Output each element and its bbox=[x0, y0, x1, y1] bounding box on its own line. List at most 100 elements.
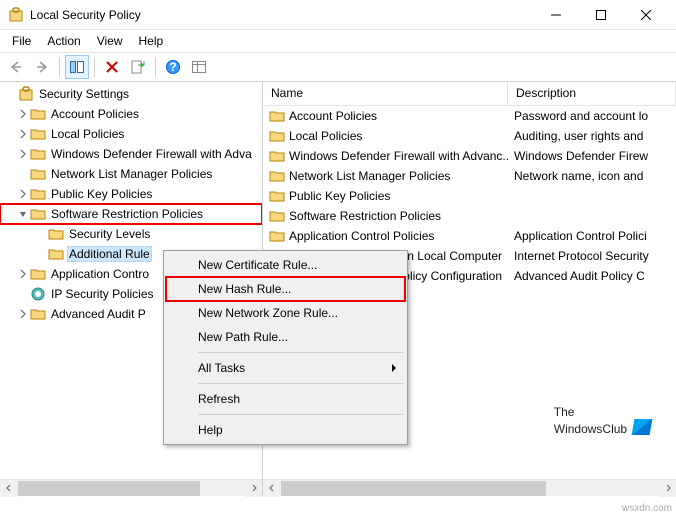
show-hide-tree-button[interactable] bbox=[65, 55, 89, 79]
list-row[interactable]: Public Key Policies bbox=[263, 186, 676, 206]
tree-item-label: Security Levels bbox=[67, 226, 152, 242]
context-menu-item[interactable]: All Tasks bbox=[166, 356, 405, 380]
export-button[interactable] bbox=[126, 55, 150, 79]
list-cell-name: Local Policies bbox=[263, 128, 508, 144]
expander-icon[interactable] bbox=[16, 167, 30, 181]
scroll-thumb[interactable] bbox=[281, 481, 546, 496]
context-menu-label: Help bbox=[198, 423, 223, 437]
tree-item-label: Windows Defender Firewall with Adva bbox=[49, 146, 254, 162]
list-cell-desc: Application Control Polici bbox=[508, 229, 676, 243]
context-menu-item[interactable]: New Certificate Rule... bbox=[166, 253, 405, 277]
tree-item[interactable]: Account Policies bbox=[0, 104, 262, 124]
list-cell-desc: Advanced Audit Policy C bbox=[508, 269, 676, 283]
expander-icon[interactable] bbox=[16, 307, 30, 321]
tree-item[interactable]: Local Policies bbox=[0, 124, 262, 144]
ipsec-icon bbox=[30, 286, 46, 302]
list-row[interactable]: Software Restriction Policies bbox=[263, 206, 676, 226]
list-hscroll[interactable] bbox=[263, 479, 676, 496]
context-menu-label: All Tasks bbox=[198, 361, 245, 375]
folder-icon bbox=[269, 148, 285, 164]
scroll-right-button[interactable] bbox=[659, 480, 676, 497]
expander-icon[interactable] bbox=[16, 207, 30, 221]
tree-root[interactable]: Security Settings bbox=[0, 84, 262, 104]
submenu-arrow-icon bbox=[391, 363, 397, 373]
tree-item-label: Software Restriction Policies bbox=[49, 206, 205, 222]
context-menu-label: New Certificate Rule... bbox=[198, 258, 317, 272]
list-cell-desc: Network name, icon and bbox=[508, 169, 676, 183]
tree-item-label: Local Policies bbox=[49, 126, 126, 142]
app-icon bbox=[8, 7, 24, 23]
context-menu-separator bbox=[198, 383, 403, 384]
context-menu-item[interactable]: Help bbox=[166, 418, 405, 442]
expander-icon[interactable] bbox=[34, 247, 48, 261]
expander-icon[interactable] bbox=[16, 287, 30, 301]
context-menu-label: New Hash Rule... bbox=[198, 282, 291, 296]
tree-item[interactable]: Security Levels bbox=[0, 224, 262, 244]
minimize-button[interactable] bbox=[533, 0, 578, 29]
folder-icon bbox=[269, 128, 285, 144]
expander-icon[interactable] bbox=[34, 227, 48, 241]
back-button[interactable] bbox=[4, 55, 28, 79]
tree-item[interactable]: Network List Manager Policies bbox=[0, 164, 262, 184]
list-cell-desc: Windows Defender Firew bbox=[508, 149, 676, 163]
scroll-thumb[interactable] bbox=[18, 481, 200, 496]
tree-item[interactable]: Software Restriction Policies bbox=[0, 204, 262, 224]
maximize-button[interactable] bbox=[578, 0, 623, 29]
watermark-site: wsxdn.com bbox=[622, 503, 672, 514]
col-header-name[interactable]: Name bbox=[263, 82, 508, 105]
svg-text:?: ? bbox=[169, 60, 176, 74]
tree-item-label: Additional Rule bbox=[67, 246, 152, 262]
expander-icon[interactable] bbox=[16, 267, 30, 281]
folder-icon bbox=[30, 266, 46, 282]
list-row[interactable]: Application Control PoliciesApplication … bbox=[263, 226, 676, 246]
expander-icon[interactable] bbox=[16, 107, 30, 121]
folder-icon bbox=[269, 168, 285, 184]
properties-button[interactable] bbox=[187, 55, 211, 79]
menu-action[interactable]: Action bbox=[39, 32, 88, 50]
list-cell-desc: Internet Protocol Security bbox=[508, 249, 676, 263]
scroll-left-button[interactable] bbox=[0, 480, 17, 497]
tree-item-label: Account Policies bbox=[49, 106, 141, 122]
tree-item[interactable]: Windows Defender Firewall with Adva bbox=[0, 144, 262, 164]
menu-help[interactable]: Help bbox=[131, 32, 172, 50]
expander-icon[interactable] bbox=[16, 127, 30, 141]
folder-icon bbox=[269, 208, 285, 224]
menu-file[interactable]: File bbox=[4, 32, 39, 50]
list-cell-name: Software Restriction Policies bbox=[263, 208, 508, 224]
context-menu-item[interactable]: New Hash Rule... bbox=[166, 277, 405, 301]
context-menu-separator bbox=[198, 414, 403, 415]
tree-root-label: Security Settings bbox=[37, 86, 131, 102]
menubar: File Action View Help bbox=[0, 30, 676, 52]
help-button[interactable]: ? bbox=[161, 55, 185, 79]
close-button[interactable] bbox=[623, 0, 668, 29]
list-row[interactable]: Windows Defender Firewall with Advanc...… bbox=[263, 146, 676, 166]
expander-icon[interactable] bbox=[4, 87, 18, 101]
scroll-left-button[interactable] bbox=[263, 480, 280, 497]
list-cell-name: Windows Defender Firewall with Advanc... bbox=[263, 148, 508, 164]
forward-button[interactable] bbox=[30, 55, 54, 79]
tree-item-label: Public Key Policies bbox=[49, 186, 154, 202]
menu-view[interactable]: View bbox=[89, 32, 131, 50]
window-title: Local Security Policy bbox=[30, 8, 533, 22]
col-header-desc[interactable]: Description bbox=[508, 82, 676, 105]
context-menu-item[interactable]: Refresh bbox=[166, 387, 405, 411]
expander-icon[interactable] bbox=[16, 147, 30, 161]
expander-icon[interactable] bbox=[16, 187, 30, 201]
security-icon bbox=[18, 86, 34, 102]
delete-button[interactable] bbox=[100, 55, 124, 79]
scroll-right-button[interactable] bbox=[245, 480, 262, 497]
tree-item[interactable]: Public Key Policies bbox=[0, 184, 262, 204]
list-row[interactable]: Local PoliciesAuditing, user rights and bbox=[263, 126, 676, 146]
folder-icon bbox=[48, 226, 64, 242]
context-menu-label: New Path Rule... bbox=[198, 330, 288, 344]
list-row[interactable]: Network List Manager PoliciesNetwork nam… bbox=[263, 166, 676, 186]
titlebar: Local Security Policy bbox=[0, 0, 676, 30]
list-row[interactable]: Account PoliciesPassword and account lo bbox=[263, 106, 676, 126]
toolbar: ? bbox=[0, 52, 676, 82]
tree-item-label: Advanced Audit P bbox=[49, 306, 148, 322]
context-menu-item[interactable]: New Network Zone Rule... bbox=[166, 301, 405, 325]
folder-icon bbox=[30, 126, 46, 142]
tree-hscroll[interactable] bbox=[0, 479, 262, 496]
list-cell-name: Application Control Policies bbox=[263, 228, 508, 244]
context-menu-item[interactable]: New Path Rule... bbox=[166, 325, 405, 349]
